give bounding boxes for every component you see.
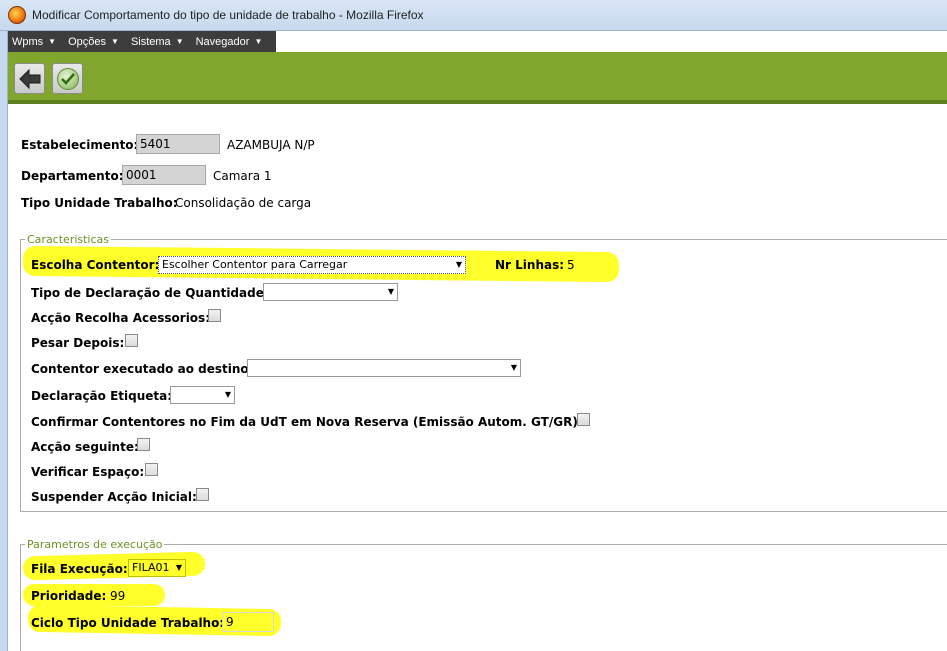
verificar-espaco-label: Verificar Espaço: — [31, 465, 145, 479]
tipo-unidade-value: Consolidação de carga — [175, 196, 312, 210]
tipo-declaracao-label: Tipo de Declaração de Quantidade: — [31, 286, 269, 300]
verificar-espaco-checkbox[interactable] — [145, 463, 158, 476]
departamento-field[interactable]: 0001 — [122, 165, 206, 185]
chevron-down-icon: ▼ — [224, 390, 231, 399]
chevron-down-icon: ▼ — [48, 37, 57, 46]
accao-seguinte-checkbox[interactable] — [137, 438, 150, 451]
estabelecimento-label: Estabelecimento: — [21, 138, 139, 152]
suspender-accao-label: Suspender Acção Inicial: — [31, 490, 197, 504]
contentor-destino-select[interactable]: ▼ — [247, 359, 521, 377]
pesar-depois-label: Pesar Depois: — [31, 336, 125, 350]
arrow-left-icon — [18, 68, 40, 89]
estabelecimento-name: AZAMBUJA N/P — [227, 138, 315, 152]
confirm-button[interactable] — [52, 63, 83, 94]
tipo-declaracao-select[interactable]: ▼ — [263, 283, 398, 301]
window-title: Modificar Comportamento do tipo de unida… — [32, 8, 424, 22]
menu-opcoes-label: Opções — [68, 35, 107, 48]
chevron-down-icon: ▼ — [510, 363, 517, 372]
chevron-down-icon: ▼ — [254, 37, 263, 46]
menu-sistema-label: Sistema — [130, 35, 171, 48]
menu-sistema[interactable]: Sistema ▼ — [131, 36, 184, 48]
pesar-depois-checkbox[interactable] — [125, 334, 138, 347]
window-frame — [0, 31, 8, 651]
declaracao-etiqueta-select[interactable]: ▼ — [170, 386, 235, 404]
nr-linhas-field[interactable]: 5 — [567, 258, 575, 272]
confirmar-contentores-checkbox[interactable] — [577, 413, 590, 426]
window-titlebar: Modificar Comportamento do tipo de unida… — [0, 0, 947, 31]
chevron-down-icon: ▼ — [455, 260, 462, 269]
fila-execucao-label: Fila Execução: — [31, 562, 128, 576]
accao-seguinte-label: Acção seguinte: — [31, 440, 139, 454]
check-icon — [56, 67, 79, 90]
departamento-label: Departamento: — [21, 169, 124, 183]
escolha-contentor-value: Escolher Contentor para Carregar — [162, 258, 348, 271]
menu-wpms[interactable]: Wpms ▼ — [12, 36, 56, 48]
contentor-destino-label: Contentor executado ao destino: — [31, 362, 254, 376]
menu-navegador-label: Navegador — [195, 35, 250, 48]
toolbar — [8, 52, 947, 104]
confirmar-contentores-label: Confirmar Contentores no Fim da UdT em N… — [31, 415, 583, 429]
chevron-down-icon: ▼ — [175, 563, 182, 572]
prioridade-field[interactable]: 99 — [110, 589, 125, 603]
escolha-contentor-label: Escolha Contentor: — [31, 258, 160, 272]
menu-opcoes[interactable]: Opções ▼ — [68, 36, 119, 48]
firefox-icon — [8, 6, 26, 24]
ciclo-field[interactable]: 9 — [222, 612, 274, 632]
prioridade-label: Prioridade: — [31, 589, 107, 603]
chevron-down-icon: ▼ — [175, 37, 184, 46]
accao-recolha-label: Acção Recolha Acessorios: — [31, 311, 210, 325]
departamento-name: Camara 1 — [213, 169, 272, 183]
ciclo-label: Ciclo Tipo Unidade Trabalho: — [31, 616, 225, 630]
tipo-unidade-label: Tipo Unidade Trabalho: — [21, 196, 178, 210]
chevron-down-icon: ▼ — [111, 37, 119, 46]
execucao-legend: Parametros de execução — [25, 538, 165, 551]
escolha-contentor-select[interactable]: Escolher Contentor para Carregar ▼ — [158, 256, 466, 274]
fila-execucao-select[interactable]: FILA01 ▼ — [128, 559, 186, 577]
fila-execucao-value: FILA01 — [132, 561, 170, 574]
nr-linhas-label: Nr Linhas: — [495, 258, 565, 272]
back-button[interactable] — [14, 63, 45, 94]
menu-wpms-label: Wpms — [12, 35, 44, 48]
form-content: Estabelecimento: 5401 AZAMBUJA N/P Depar… — [8, 104, 947, 651]
menu-navegador[interactable]: Navegador ▼ — [196, 36, 263, 48]
suspender-accao-checkbox[interactable] — [196, 488, 209, 501]
accao-recolha-checkbox[interactable] — [208, 309, 221, 322]
menu-bar: Wpms ▼ Opções ▼ Sistema ▼ Navegador ▼ — [8, 31, 276, 52]
chevron-down-icon: ▼ — [387, 287, 394, 296]
estabelecimento-field[interactable]: 5401 — [136, 134, 220, 154]
declaracao-etiqueta-label: Declaração Etiqueta: — [31, 389, 173, 403]
caracteristicas-legend: Caracteristicas — [25, 233, 112, 246]
